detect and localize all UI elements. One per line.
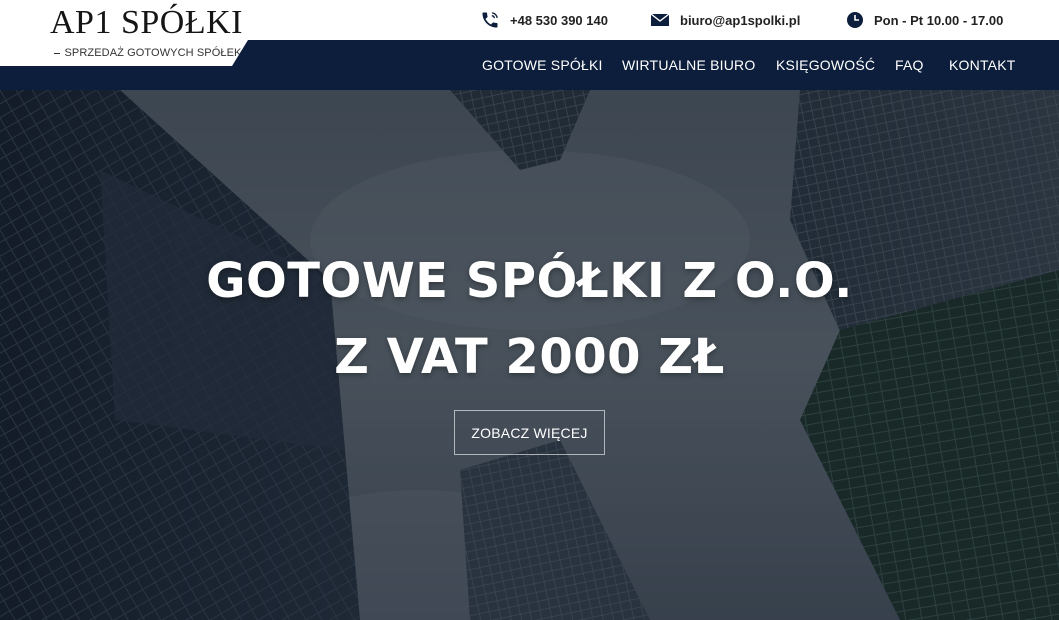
nav-kontakt[interactable]: KONTAKT [949,57,1015,73]
contact-hours: Pon - Pt 10.00 - 17.00 [846,10,1003,30]
email-address: biuro@ap1spolki.pl [680,12,801,28]
hero-section: GOTOWE SPÓŁKI Z O.O. Z VAT 2000 ZŁ ZOBAC… [0,90,1059,620]
contact-phone[interactable]: +48 530 390 140 [480,10,608,30]
phone-number: +48 530 390 140 [510,12,608,28]
hero-headline-line2: Z VAT 2000 ZŁ [334,329,725,385]
hero-headline-line1: GOTOWE SPÓŁKI Z O.O. [206,253,853,309]
envelope-icon [650,12,670,28]
logo-dash-left [54,52,61,54]
nav-faq[interactable]: FAQ [895,57,924,73]
contact-email[interactable]: biuro@ap1spolki.pl [650,10,800,30]
nav-wirtualne-biuro[interactable]: WIRTUALNE BIURO [622,57,755,73]
nav-ksiegowosc[interactable]: KSIĘGOWOŚĆ [776,57,875,73]
logo-subtitle: SPRZEDAŻ GOTOWYCH SPÓŁEK [50,47,256,59]
phone-icon [480,10,500,30]
logo-subtitle-text: SPRZEDAŻ GOTOWYCH SPÓŁEK [64,47,242,59]
opening-hours: Pon - Pt 10.00 - 17.00 [874,12,1004,28]
logo[interactable]: AP1 SPÓŁKI SPRZEDAŻ GOTOWYCH SPÓŁEK [0,0,272,66]
zobacz-wiecej-button[interactable]: ZOBACZ WIĘCEJ [454,410,605,455]
clock-icon [846,11,864,29]
nav-gotowe-spolki[interactable]: GOTOWE SPÓŁKI [482,57,603,73]
logo-title: AP1 SPÓŁKI [50,4,243,41]
